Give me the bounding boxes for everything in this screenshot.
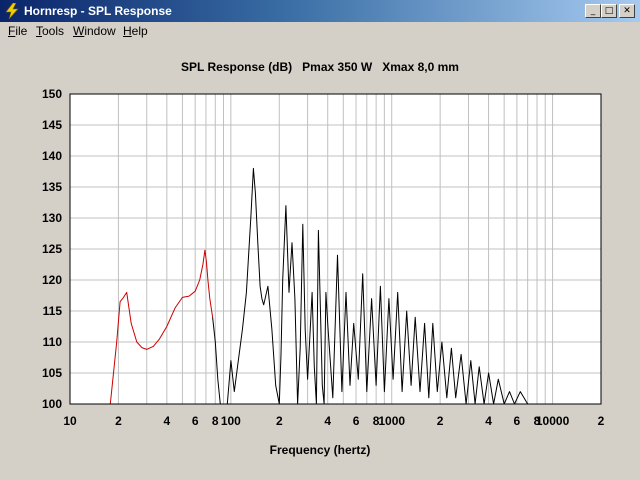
y-tick-label: 110 (43, 335, 63, 349)
x-tick-label: 4 (164, 414, 171, 428)
x-tick-label: 2 (598, 414, 605, 428)
x-tick-label: 6 (514, 414, 521, 428)
x-tick-label: 8 (212, 414, 219, 428)
x-tick-label: 4 (485, 414, 492, 428)
x-tick-label: 6 (192, 414, 199, 428)
x-tick-label: 2 (276, 414, 283, 428)
y-tick-labels: 100 105 110 115 120 125 130 135 140 145 150 (42, 87, 62, 411)
y-tick-label: 150 (42, 87, 62, 101)
x-tick-label: 2 (115, 414, 122, 428)
x-axis-label: Frequency (hertz) (269, 443, 371, 457)
y-tick-label: 105 (42, 366, 62, 380)
y-tick-label: 135 (42, 180, 62, 194)
x-tick-label: 10000 (536, 414, 570, 428)
x-tick-label: 4 (324, 414, 331, 428)
y-tick-label: 130 (42, 211, 62, 225)
x-tick-label: 1000 (378, 414, 405, 428)
x-tick-label: 6 (353, 414, 360, 428)
x-tick-label: 100 (221, 414, 241, 428)
y-tick-label: 140 (42, 149, 62, 163)
x-tick-labels: 10 2 4 6 8 100 2 4 6 81000 2 4 6 810000 2 (63, 414, 604, 428)
y-tick-label: 125 (42, 242, 62, 256)
spl-chart: 100105110115120125130135140145150 10 2 4 6 8… (42, 87, 605, 428)
x-tick-label: 2 (437, 414, 444, 428)
y-tick-label: 145 (42, 118, 62, 132)
y-tick-label: 115 (43, 304, 63, 318)
y-tick-label: 100 (42, 397, 62, 411)
x-tick-label: 10 (63, 414, 77, 428)
y-tick-label: 120 (42, 273, 62, 287)
